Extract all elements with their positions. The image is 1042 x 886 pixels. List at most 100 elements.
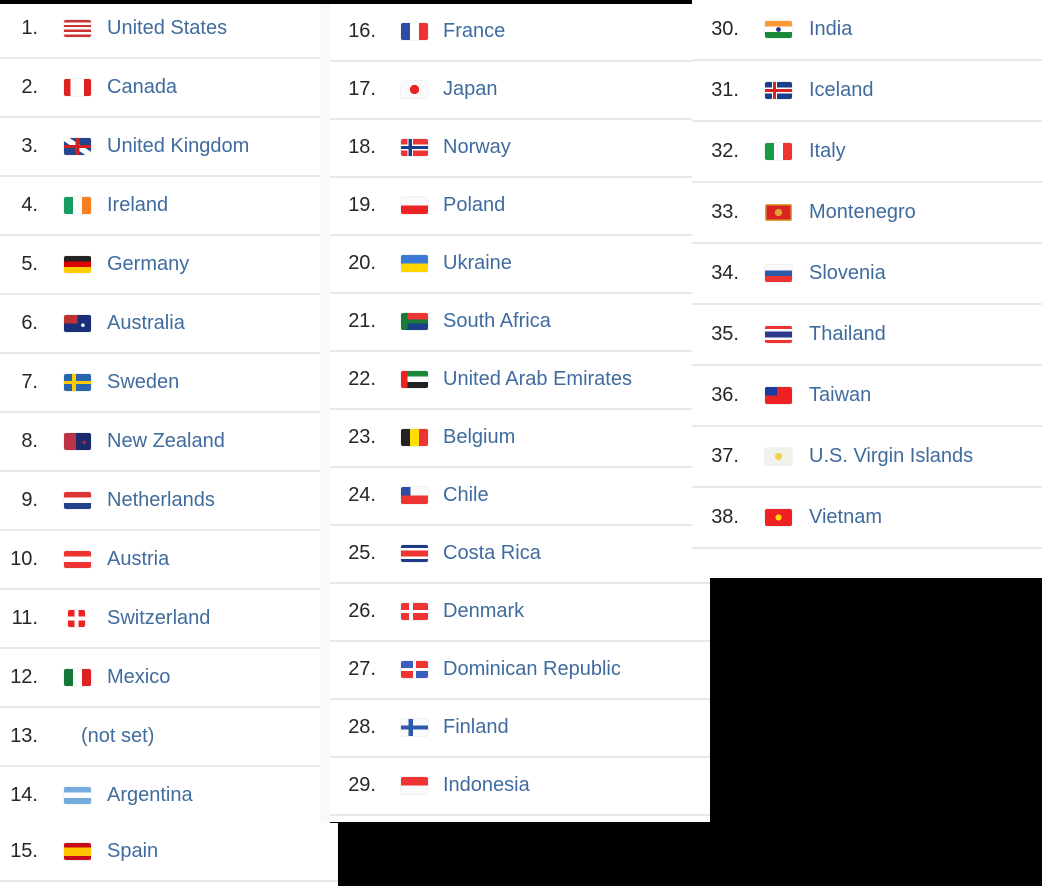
country-row[interactable]: 30. India [692,0,1042,61]
country-link[interactable]: Dominican Republic [443,658,621,681]
country-row[interactable]: 23. Belgium [330,410,710,468]
country-link[interactable]: Slovenia [809,262,886,285]
country-link[interactable]: Poland [443,194,505,217]
country-link[interactable]: Italy [809,140,846,163]
country-link[interactable]: Chile [443,484,489,507]
country-row[interactable]: 12. Mexico [0,649,320,708]
country-row[interactable]: 5. Germany [0,236,320,295]
country-link[interactable]: Belgium [443,426,515,449]
country-link[interactable]: Germany [107,253,189,276]
country-list-column-1: 1. United States 2. Canada 3. United Kingdom 4… [0,4,320,827]
country-row[interactable]: 28. Finland [330,700,710,758]
country-row[interactable]: 29. Indonesia [330,758,710,816]
country-link[interactable]: Japan [443,78,498,101]
country-row[interactable]: 13. (not set) [0,708,320,767]
country-row[interactable]: 27. Dominican Republic [330,642,710,700]
za-flag-icon [401,313,428,330]
country-row[interactable]: 34. Slovenia [692,244,1042,305]
country-row[interactable]: 32. Italy [692,122,1042,183]
rank-number: 19. [348,194,376,216]
country-link[interactable]: Vietnam [809,506,882,529]
country-link[interactable]: Sweden [107,371,179,394]
rank-number: 20. [348,252,376,274]
vn-flag-icon [765,508,792,526]
country-row[interactable]: 38. Vietnam [692,488,1042,549]
country-link[interactable]: New Zealand [107,430,225,453]
country-row[interactable]: 22. United Arab Emirates [330,352,710,410]
rank-number: 25. [348,542,376,564]
country-row[interactable]: 18. Norway [330,120,710,178]
country-link[interactable]: Switzerland [107,607,210,630]
rank-number: 21. [348,310,376,332]
country-row[interactable]: 35. Thailand [692,305,1042,366]
country-row[interactable]: 19. Poland [330,178,710,236]
country-link[interactable]: Ireland [107,194,168,217]
country-link[interactable]: Montenegro [809,201,916,224]
country-row[interactable]: 1. United States [0,0,320,59]
country-row[interactable]: 31. Iceland [692,61,1042,122]
country-row[interactable]: 37. U.S. Virgin Islands [692,427,1042,488]
country-row[interactable]: 25. Costa Rica [330,526,710,584]
country-row[interactable]: 20. Ukraine [330,236,710,294]
country-link[interactable]: Ukraine [443,252,512,275]
country-row[interactable]: 36. Taiwan [692,366,1042,427]
country-link[interactable]: Norway [443,136,511,159]
country-link[interactable]: Spain [107,840,158,863]
it-flag-icon [765,142,792,160]
country-link[interactable]: United Kingdom [107,135,249,158]
country-row[interactable]: 6. Australia [0,295,320,354]
country-link[interactable]: (not set) [81,725,154,748]
country-row[interactable]: 8. New Zealand [0,413,320,472]
rank-number: 6. [21,311,38,334]
country-link[interactable]: United States [107,17,227,40]
rank-number: 32. [711,139,739,162]
country-row[interactable]: 24. Chile [330,468,710,526]
country-row[interactable]: 16. France [330,4,710,62]
si-flag-icon [765,264,792,282]
country-row[interactable]: 10. Austria [0,531,320,590]
ch-flag-icon [68,609,85,627]
country-row[interactable]: 4. Ireland [0,177,320,236]
country-link[interactable]: Costa Rica [443,542,541,565]
country-row[interactable]: 3. United Kingdom [0,118,320,177]
country-link[interactable]: Argentina [107,784,193,807]
country-link[interactable]: Indonesia [443,774,530,797]
country-link[interactable]: Netherlands [107,489,215,512]
rank-number: 35. [711,322,739,345]
country-link[interactable]: South Africa [443,310,551,333]
country-row[interactable]: 21. South Africa [330,294,710,352]
country-link[interactable]: Taiwan [809,384,871,407]
country-link[interactable]: U.S. Virgin Islands [809,445,973,468]
country-link[interactable]: Austria [107,548,169,571]
country-link[interactable]: United Arab Emirates [443,368,632,391]
country-link[interactable]: Canada [107,76,177,99]
country-link[interactable]: Finland [443,716,509,739]
se-flag-icon [64,373,91,391]
country-row[interactable]: 2. Canada [0,59,320,118]
country-row[interactable]: 11. Switzerland [0,590,320,649]
country-list-column-2: 16. France 17. Japan 18. Norway 19. Poland 20. Uk… [330,4,710,822]
country-link[interactable]: Denmark [443,600,524,623]
country-link[interactable]: Thailand [809,323,886,346]
country-link[interactable]: India [809,18,852,41]
country-link[interactable]: Iceland [809,79,874,102]
do-flag-icon [401,661,428,678]
country-row[interactable]: 9. Netherlands [0,472,320,531]
country-row[interactable]: 17. Japan [330,62,710,120]
ae-flag-icon [401,371,428,388]
country-row[interactable]: 33. Montenegro [692,183,1042,244]
rank-number: 5. [21,252,38,275]
rank-number: 10. [10,547,38,570]
country-link[interactable]: Australia [107,312,185,335]
country-row[interactable]: 15. Spain [0,823,338,882]
nz-flag-icon [64,432,91,450]
no-flag-icon [401,139,428,156]
rank-number: 13. [10,724,38,747]
country-row[interactable]: 7. Sweden [0,354,320,413]
fi-flag-icon [401,719,428,736]
country-row[interactable]: 14. Argentina [0,767,320,826]
country-link[interactable]: Mexico [107,666,170,689]
rank-number: 34. [711,261,739,284]
country-link[interactable]: France [443,20,505,43]
country-row[interactable]: 26. Denmark [330,584,710,642]
